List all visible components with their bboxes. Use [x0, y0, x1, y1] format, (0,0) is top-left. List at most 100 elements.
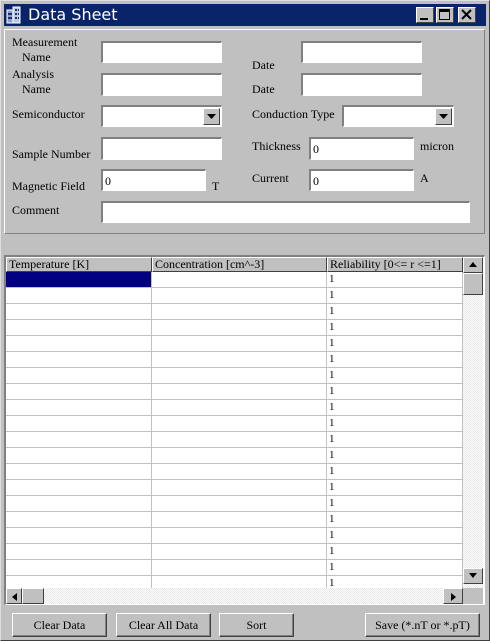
conduction-type-select[interactable]	[342, 105, 454, 127]
table-row[interactable]: 1	[6, 272, 463, 288]
cell-reliability[interactable]: 1	[327, 448, 463, 464]
cell-reliability[interactable]: 1	[327, 544, 463, 560]
scroll-right-button[interactable]	[443, 588, 463, 604]
cell-temperature[interactable]	[6, 416, 152, 432]
cell-temperature[interactable]	[6, 512, 152, 528]
table-row[interactable]: 1	[6, 352, 463, 368]
cell-temperature[interactable]	[6, 576, 152, 588]
cell-reliability[interactable]: 1	[327, 560, 463, 576]
cell-temperature[interactable]	[6, 368, 152, 384]
cell-concentration[interactable]	[152, 496, 327, 512]
table-row[interactable]: 1	[6, 416, 463, 432]
table-row[interactable]: 1	[6, 432, 463, 448]
cell-concentration[interactable]	[152, 544, 327, 560]
cell-temperature[interactable]	[6, 496, 152, 512]
cell-concentration[interactable]	[152, 384, 327, 400]
data-grid[interactable]: Temperature [K] Concentration [cm^-3] Re…	[4, 255, 485, 605]
clear-all-data-button[interactable]: Clear All Data	[116, 613, 211, 637]
cell-reliability[interactable]: 1	[327, 480, 463, 496]
title-bar[interactable]: Data Sheet	[4, 4, 486, 26]
table-row[interactable]: 1	[6, 336, 463, 352]
cell-reliability[interactable]: 1	[327, 432, 463, 448]
magnetic-field-field[interactable]: 0	[101, 169, 206, 191]
table-row[interactable]: 1	[6, 320, 463, 336]
conduction-type-dropdown-button[interactable]	[435, 108, 452, 125]
cell-temperature[interactable]	[6, 528, 152, 544]
cell-concentration[interactable]	[152, 528, 327, 544]
table-row[interactable]: 1	[6, 304, 463, 320]
cell-temperature[interactable]	[6, 480, 152, 496]
thickness-field[interactable]: 0	[309, 137, 414, 160]
cell-temperature[interactable]	[6, 400, 152, 416]
cell-reliability[interactable]: 1	[327, 496, 463, 512]
cell-reliability[interactable]: 1	[327, 288, 463, 304]
cell-concentration[interactable]	[152, 480, 327, 496]
maximize-button[interactable]	[436, 7, 454, 23]
vertical-scroll-thumb[interactable]	[463, 273, 483, 295]
scroll-left-button[interactable]	[6, 588, 22, 604]
table-row[interactable]: 1	[6, 576, 463, 588]
cell-temperature[interactable]	[6, 320, 152, 336]
cell-concentration[interactable]	[152, 560, 327, 576]
table-row[interactable]: 1	[6, 384, 463, 400]
cell-concentration[interactable]	[152, 320, 327, 336]
cell-reliability[interactable]: 1	[327, 400, 463, 416]
current-field[interactable]: 0	[309, 169, 414, 191]
column-header-reliability[interactable]: Reliability [0<= r <=1]	[327, 257, 463, 272]
semiconductor-select[interactable]	[101, 105, 222, 127]
cell-temperature[interactable]	[6, 432, 152, 448]
cell-concentration[interactable]	[152, 288, 327, 304]
measurement-date-field[interactable]	[301, 41, 422, 63]
horizontal-scrollbar[interactable]	[6, 588, 463, 604]
cell-temperature[interactable]	[6, 304, 152, 320]
cell-reliability[interactable]: 1	[327, 416, 463, 432]
table-row[interactable]: 1	[6, 480, 463, 496]
table-row[interactable]: 1	[6, 368, 463, 384]
sort-button[interactable]: Sort	[219, 613, 294, 637]
cell-concentration[interactable]	[152, 336, 327, 352]
cell-temperature[interactable]	[6, 352, 152, 368]
scroll-up-button[interactable]	[463, 257, 483, 273]
cell-temperature[interactable]	[6, 272, 152, 288]
comment-field[interactable]	[101, 201, 470, 223]
cell-reliability[interactable]: 1	[327, 352, 463, 368]
close-button[interactable]	[458, 7, 476, 23]
cell-concentration[interactable]	[152, 352, 327, 368]
cell-concentration[interactable]	[152, 304, 327, 320]
cell-reliability[interactable]: 1	[327, 304, 463, 320]
cell-reliability[interactable]: 1	[327, 464, 463, 480]
cell-reliability[interactable]: 1	[327, 336, 463, 352]
cell-concentration[interactable]	[152, 512, 327, 528]
cell-reliability[interactable]: 1	[327, 320, 463, 336]
table-row[interactable]: 1	[6, 448, 463, 464]
sample-number-field[interactable]	[101, 137, 222, 160]
cell-concentration[interactable]	[152, 400, 327, 416]
table-row[interactable]: 1	[6, 512, 463, 528]
cell-temperature[interactable]	[6, 544, 152, 560]
cell-concentration[interactable]	[152, 464, 327, 480]
save-button[interactable]: Save (*.nT or *.pT)	[365, 613, 480, 637]
cell-reliability[interactable]: 1	[327, 272, 463, 288]
table-row[interactable]: 1	[6, 496, 463, 512]
minimize-button[interactable]	[416, 7, 434, 23]
cell-temperature[interactable]	[6, 288, 152, 304]
cell-reliability[interactable]: 1	[327, 384, 463, 400]
column-header-concentration[interactable]: Concentration [cm^-3]	[152, 257, 327, 272]
clear-data-button[interactable]: Clear Data	[12, 613, 107, 637]
vertical-scrollbar[interactable]	[463, 257, 483, 588]
cell-reliability[interactable]: 1	[327, 368, 463, 384]
cell-concentration[interactable]	[152, 432, 327, 448]
measurement-name-field[interactable]	[101, 41, 222, 63]
analysis-date-field[interactable]	[301, 73, 422, 96]
cell-temperature[interactable]	[6, 448, 152, 464]
semiconductor-dropdown-button[interactable]	[203, 108, 220, 125]
cell-temperature[interactable]	[6, 384, 152, 400]
cell-concentration[interactable]	[152, 272, 327, 288]
horizontal-scroll-thumb[interactable]	[22, 588, 44, 604]
table-row[interactable]: 1	[6, 528, 463, 544]
table-row[interactable]: 1	[6, 464, 463, 480]
cell-reliability[interactable]: 1	[327, 528, 463, 544]
analysis-name-field[interactable]	[101, 73, 222, 96]
cell-concentration[interactable]	[152, 368, 327, 384]
table-row[interactable]: 1	[6, 560, 463, 576]
